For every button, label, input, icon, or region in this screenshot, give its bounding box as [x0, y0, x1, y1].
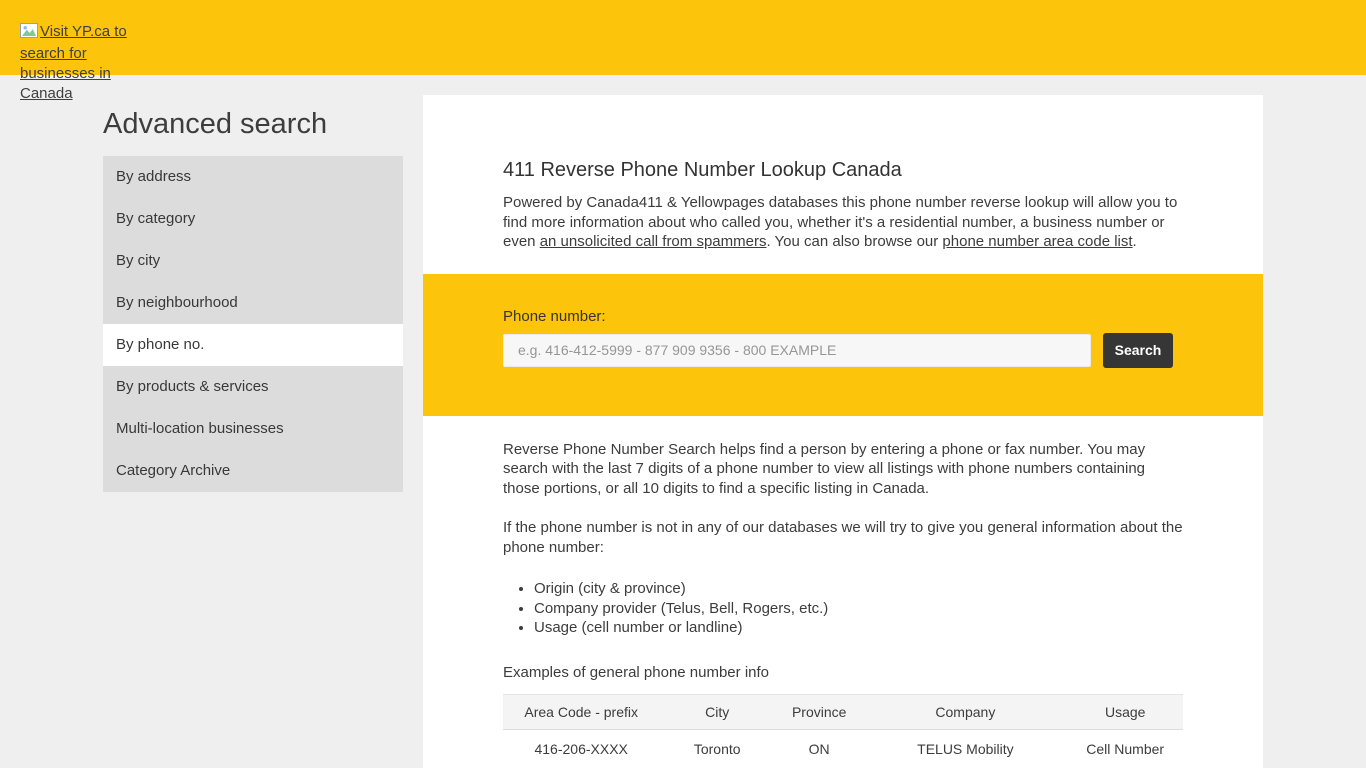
broken-image-icon	[20, 23, 38, 44]
advanced-search-sidebar: By address By category By city By neighb…	[103, 156, 403, 492]
phone-number-label: Phone number:	[503, 308, 1183, 325]
col-province: Province	[775, 695, 863, 730]
phone-number-input[interactable]	[503, 334, 1091, 367]
sidebar-item-by-category[interactable]: By category	[103, 198, 403, 240]
bullet-usage: Usage (cell number or landline)	[534, 618, 1183, 638]
main-content-card: 411 Reverse Phone Number Lookup Canada P…	[423, 95, 1263, 768]
info-bullet-list: Origin (city & province) Company provide…	[503, 579, 1183, 638]
col-area-code-prefix: Area Code - prefix	[503, 695, 659, 730]
cell-usage: Cell Number	[1067, 730, 1183, 768]
cell-area-code: 416-206-XXXX	[503, 730, 659, 768]
cell-province: ON	[775, 730, 863, 768]
intro-text-3: .	[1133, 233, 1137, 250]
sidebar-item-by-neighbourhood[interactable]: By neighbourhood	[103, 282, 403, 324]
phone-search-button[interactable]: Search	[1103, 333, 1173, 368]
sidebar-item-by-phone-no[interactable]: By phone no.	[103, 324, 403, 366]
cell-city: Toronto	[659, 730, 775, 768]
sidebar-item-category-archive[interactable]: Category Archive	[103, 450, 403, 492]
bullet-origin: Origin (city & province)	[534, 579, 1183, 599]
phone-info-table: Area Code - prefix City Province Company…	[503, 694, 1183, 768]
page-title: 411 Reverse Phone Number Lookup Canada	[503, 159, 1183, 182]
examples-caption: Examples of general phone number info	[503, 663, 1183, 683]
col-city: City	[659, 695, 775, 730]
yp-logo-link[interactable]: Visit YP.ca to search for businesses in …	[20, 22, 128, 104]
cell-company: TELUS Mobility	[863, 730, 1067, 768]
table-row: 416-206-XXXX Toronto ON TELUS Mobility C…	[503, 730, 1183, 768]
body-paragraph-1: Reverse Phone Number Search helps find a…	[503, 440, 1183, 499]
sidebar-item-multi-location[interactable]: Multi-location businesses	[103, 408, 403, 450]
col-company: Company	[863, 695, 1067, 730]
sidebar-item-by-address[interactable]: By address	[103, 156, 403, 198]
spammers-link[interactable]: an unsolicited call from spammers	[540, 233, 767, 250]
advanced-search-title: Advanced search	[103, 108, 327, 141]
area-code-list-link[interactable]: phone number area code list	[942, 233, 1132, 250]
intro-text-2: . You can also browse our	[766, 233, 942, 250]
body-paragraph-2: If the phone number is not in any of our…	[503, 518, 1183, 557]
col-usage: Usage	[1067, 695, 1183, 730]
bullet-company-provider: Company provider (Telus, Bell, Rogers, e…	[534, 599, 1183, 619]
table-header-row: Area Code - prefix City Province Company…	[503, 695, 1183, 730]
intro-paragraph: Powered by Canada411 & Yellowpages datab…	[503, 193, 1183, 252]
sidebar-item-by-city[interactable]: By city	[103, 240, 403, 282]
sidebar-item-by-products-services[interactable]: By products & services	[103, 366, 403, 408]
site-header	[0, 0, 1366, 75]
phone-lookup-box: Phone number: Search	[423, 274, 1263, 416]
